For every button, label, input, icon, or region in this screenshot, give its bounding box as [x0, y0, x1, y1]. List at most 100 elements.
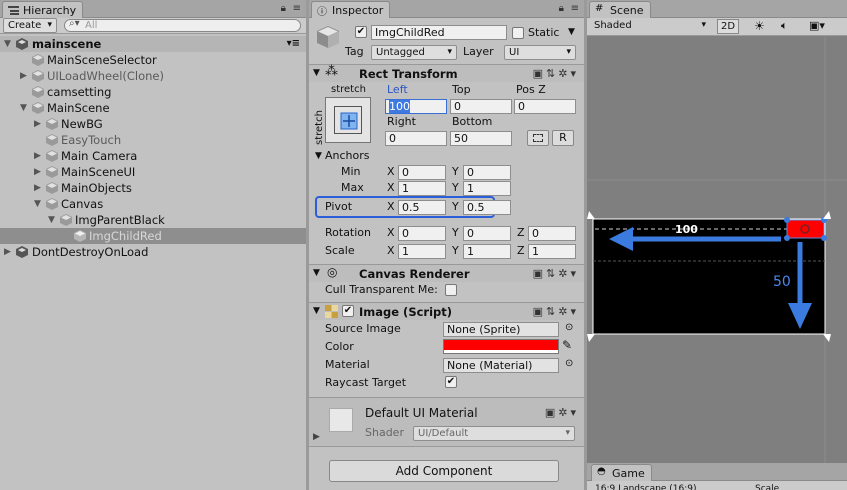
posz-input[interactable]: 0 — [514, 99, 576, 114]
effects-toggle-icon[interactable]: ▣▾ — [809, 19, 825, 33]
hierarchy-item[interactable]: ▼ ImgParentBlack — [0, 212, 306, 228]
hierarchy-scene-mainscene[interactable]: ▼ mainscene ▾≡ — [0, 36, 306, 52]
hierarchy-item[interactable]: ▶ NewBG — [0, 116, 306, 132]
scale-x-input[interactable]: 1 — [398, 244, 446, 259]
left-input[interactable]: 100 — [385, 99, 447, 114]
collapse-arrow-icon[interactable]: ▶ — [34, 116, 41, 132]
tag-dropdown[interactable]: Untagged — [371, 45, 457, 60]
expand-arrow-icon[interactable]: ▼ — [20, 100, 27, 116]
object-picker-icon[interactable]: ⊙ — [565, 357, 573, 371]
raw-edit-button[interactable]: R — [552, 130, 574, 146]
hierarchy-item[interactable]: MainSceneSelector — [0, 52, 306, 68]
scene-viewport[interactable]: 100 50 — [587, 37, 847, 463]
min-x-value: 0 — [402, 166, 409, 179]
expand-arrow-icon[interactable]: ▼ — [313, 304, 320, 318]
hierarchy-item[interactable]: ▶ MainObjects — [0, 180, 306, 196]
max-x-input[interactable]: 1 — [398, 181, 446, 196]
expand-arrow-icon[interactable]: ▼ — [48, 212, 55, 228]
create-dropdown[interactable]: Create — [3, 18, 57, 33]
hierarchy-item[interactable]: ▼ MainScene — [0, 100, 306, 116]
min-y-input[interactable]: 0 — [463, 165, 511, 180]
lock-icon[interactable]: 🔒︎ — [559, 3, 564, 14]
scene-gizmos — [587, 37, 847, 463]
scale-z-input[interactable]: 1 — [528, 244, 576, 259]
hierarchy-item[interactable]: EasyTouch — [0, 132, 306, 148]
expand-arrow-icon[interactable]: ▼ — [4, 36, 11, 52]
lock-icon[interactable]: 🔒︎ — [281, 3, 286, 14]
game-resolution-dropdown[interactable]: 16:9 Landscape (16:9) — [595, 482, 697, 490]
eyedropper-icon[interactable]: ✎ — [562, 338, 572, 352]
bottom-input[interactable]: 50 — [450, 131, 512, 146]
rotation-z-input[interactable]: 0 — [528, 226, 576, 241]
gameobject-icon — [32, 70, 44, 82]
add-component-button[interactable]: Add Component — [329, 460, 559, 482]
collapse-arrow-icon[interactable]: ▶ — [34, 180, 41, 196]
right-input[interactable]: 0 — [385, 131, 447, 146]
source-image-field[interactable]: None (Sprite) — [443, 322, 559, 337]
rect-transform-header[interactable]: ▼ ⁂ Rect Transform ▣⇅✲▾ — [309, 64, 584, 82]
lighting-toggle-icon[interactable]: ☀ — [754, 19, 765, 33]
hierarchy-item[interactable]: ▶ Main Camera — [0, 148, 306, 164]
search-field[interactable]: ⌕▾ All — [64, 18, 301, 32]
y-label: Y — [452, 244, 459, 257]
collapse-arrow-icon[interactable]: ▶ — [4, 244, 11, 260]
tab-inspector[interactable]: ⓘ Inspector — [311, 1, 391, 18]
image-enabled-checkbox[interactable]: ✔ — [342, 305, 354, 317]
child-red-rect — [786, 219, 825, 239]
expand-arrow-icon[interactable]: ▼ — [34, 196, 41, 212]
material-field[interactable]: None (Material) — [443, 358, 559, 373]
hierarchy-scene-dontdestroy[interactable]: ▶ DontDestroyOnLoad — [0, 244, 306, 260]
expand-arrow-icon[interactable]: ▼ — [313, 66, 320, 80]
active-checkbox[interactable]: ✔ — [355, 26, 367, 38]
collapse-arrow-icon[interactable]: ▶ — [34, 148, 41, 164]
scale-y-input[interactable]: 1 — [463, 244, 511, 259]
collapse-arrow-icon[interactable]: ▶ — [34, 164, 41, 180]
object-picker-icon[interactable]: ⊙ — [565, 321, 573, 335]
image-component-header[interactable]: ▼ ✔ Image (Script) ▣⇅✲▾ — [309, 302, 584, 320]
rotation-y-value: 0 — [467, 227, 474, 240]
rotation-x-input[interactable]: 0 — [398, 226, 446, 241]
shader-dropdown[interactable]: UI/Default — [413, 426, 575, 441]
canvas-renderer-header[interactable]: ▼ ◎ Canvas Renderer ▣⇅✲▾ — [309, 264, 584, 282]
component-controls[interactable]: ▣⇅✲▾ — [533, 267, 579, 280]
expand-arrow-icon[interactable]: ▼ — [313, 266, 320, 280]
max-y-input[interactable]: 1 — [463, 181, 511, 196]
audio-toggle-icon[interactable]: 🔈︎ — [781, 19, 788, 33]
component-controls[interactable]: ▣⇅✲▾ — [533, 305, 579, 318]
material-controls[interactable]: ▣✲▾ — [545, 406, 579, 419]
hierarchy-item[interactable]: ▶ UILoadWheel(Clone) — [0, 68, 306, 84]
pivot-x-input[interactable]: 0.5 — [398, 200, 446, 215]
rotation-y-input[interactable]: 0 — [463, 226, 511, 241]
raycast-target-checkbox[interactable]: ✔ — [445, 376, 457, 388]
blueprint-mode-button[interactable] — [527, 130, 549, 146]
color-swatch[interactable] — [443, 339, 559, 354]
layer-dropdown[interactable]: UI — [504, 45, 576, 60]
min-x-input[interactable]: 0 — [398, 165, 446, 180]
component-controls[interactable]: ▣⇅✲▾ — [533, 67, 579, 80]
scene-menu-icon[interactable]: ▾≡ — [287, 36, 300, 52]
static-checkbox[interactable] — [512, 27, 524, 39]
tab-scene[interactable]: # Scene — [589, 1, 651, 18]
hierarchy-item[interactable]: ▼ Canvas — [0, 196, 306, 212]
collapse-arrow-icon[interactable]: ▶ — [20, 68, 27, 84]
expand-arrow-icon[interactable]: ▶ — [313, 430, 320, 444]
pivot-y-input[interactable]: 0.5 — [463, 200, 511, 215]
top-input[interactable]: 0 — [450, 99, 512, 114]
static-dropdown-icon[interactable]: ▼ — [568, 25, 575, 39]
unity-scene-icon — [16, 38, 28, 50]
expand-arrow-icon[interactable]: ▼ — [315, 149, 322, 163]
tab-menu-icon[interactable]: ≡ — [571, 3, 579, 14]
hierarchy-item[interactable]: camsetting — [0, 84, 306, 100]
gameobject-large-icon — [317, 26, 339, 48]
tab-menu-icon[interactable]: ≡ — [293, 3, 301, 14]
object-name-field[interactable]: ImgChildRed — [371, 25, 507, 40]
shading-mode-dropdown[interactable]: Shaded — [590, 19, 710, 34]
hierarchy-item[interactable]: ▶ MainSceneUI — [0, 164, 306, 180]
tab-game[interactable]: ◓ Game — [591, 464, 652, 481]
gameobject-icon — [32, 86, 44, 98]
tab-hierarchy[interactable]: Hierarchy — [2, 1, 84, 18]
mode-2d-toggle[interactable]: 2D — [717, 19, 739, 34]
anchor-preset-button[interactable] — [325, 97, 371, 143]
cull-transparent-checkbox[interactable] — [445, 284, 457, 296]
hierarchy-item-selected[interactable]: ImgChildRed — [0, 228, 306, 244]
